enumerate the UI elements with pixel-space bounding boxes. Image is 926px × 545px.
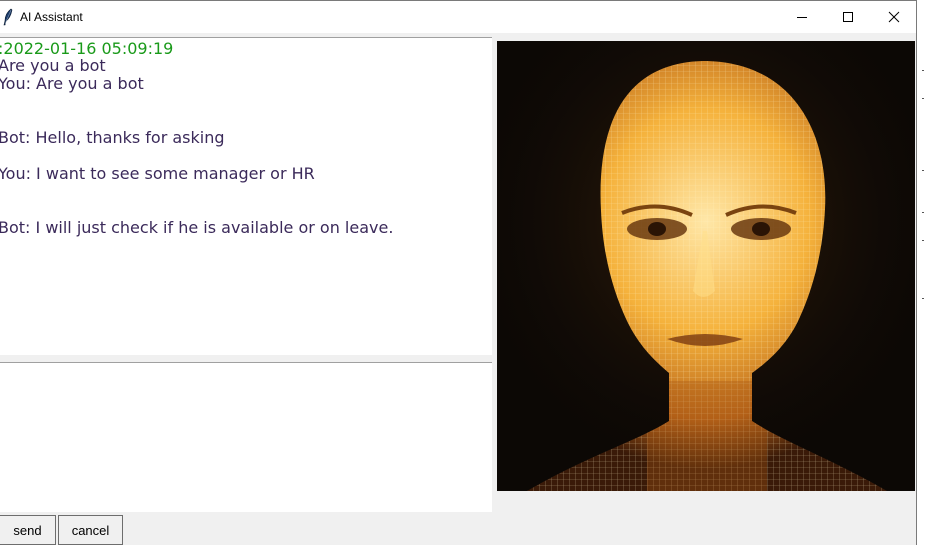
chat-message: You: I want to see some manager or HR: [0, 164, 315, 183]
chat-message: Bot: Hello, thanks for asking: [0, 128, 225, 147]
app-window: AI Assistant :2022-01-16 05:09:19 Are yo…: [0, 0, 917, 545]
edge-mark: [922, 98, 924, 99]
chat-message: Bot: I will just check if he is availabl…: [0, 218, 394, 237]
cancel-button[interactable]: cancel: [58, 515, 123, 545]
minimize-button[interactable]: [779, 1, 825, 33]
edge-mark: [922, 298, 924, 299]
chat-message: You: Are you a bot: [0, 74, 144, 93]
edge-mark: [922, 240, 924, 241]
pane-divider: [0, 355, 492, 363]
edge-mark: [922, 70, 924, 71]
chat-message: Are you a bot: [0, 56, 106, 75]
title-bar[interactable]: AI Assistant: [0, 1, 916, 33]
background-window-edge: [917, 0, 926, 545]
chat-log[interactable]: :2022-01-16 05:09:19 Are you a bot You: …: [0, 37, 492, 356]
edge-mark: [922, 212, 924, 213]
edge-mark: [922, 170, 924, 171]
message-input[interactable]: [0, 363, 492, 512]
close-icon: [888, 11, 900, 23]
send-button[interactable]: send: [0, 515, 56, 545]
maximize-icon: [843, 12, 853, 22]
feather-icon: [3, 8, 13, 26]
maximize-button[interactable]: [825, 1, 871, 33]
minimize-icon: [797, 17, 807, 18]
wireframe-head-image: [497, 41, 915, 491]
window-title: AI Assistant: [20, 10, 83, 24]
avatar-image: [497, 41, 915, 491]
close-button[interactable]: [871, 1, 916, 33]
